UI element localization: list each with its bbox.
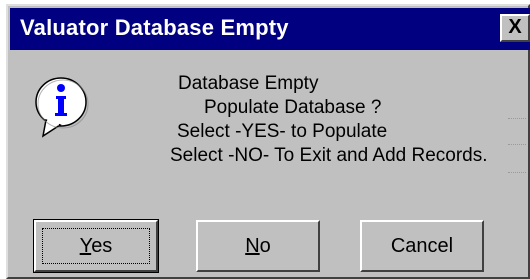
message-text: Database Empty Populate Database ? Selec… [158, 72, 528, 168]
title-bar[interactable]: Valuator Database Empty X [10, 8, 530, 50]
dotted-artifact [508, 144, 526, 147]
cancel-button-label: Cancel [390, 235, 454, 257]
message-line: Populate Database ? [204, 97, 382, 118]
cancel-button[interactable]: Cancel [360, 220, 484, 272]
message-line: Database Empty [178, 73, 319, 94]
dialog-body: Database Empty Populate Database ? Selec… [8, 52, 528, 277]
dotted-artifact [508, 118, 526, 121]
close-icon: X [508, 16, 522, 38]
window-title: Valuator Database Empty [20, 15, 289, 40]
yes-button[interactable]: Yes [33, 219, 159, 273]
yes-button-label: Yes [79, 235, 113, 257]
information-icon [35, 77, 89, 138]
message-dialog: Valuator Database Empty X Database Empty… [6, 4, 530, 279]
message-line: Select -YES- to Populate [177, 121, 388, 142]
message-line: Select -NO- To Exit and Add Records. [170, 145, 488, 166]
dotted-artifact [508, 172, 526, 175]
no-button-label: No [245, 235, 271, 257]
close-button[interactable]: X [500, 14, 530, 42]
no-button[interactable]: No [196, 220, 320, 272]
